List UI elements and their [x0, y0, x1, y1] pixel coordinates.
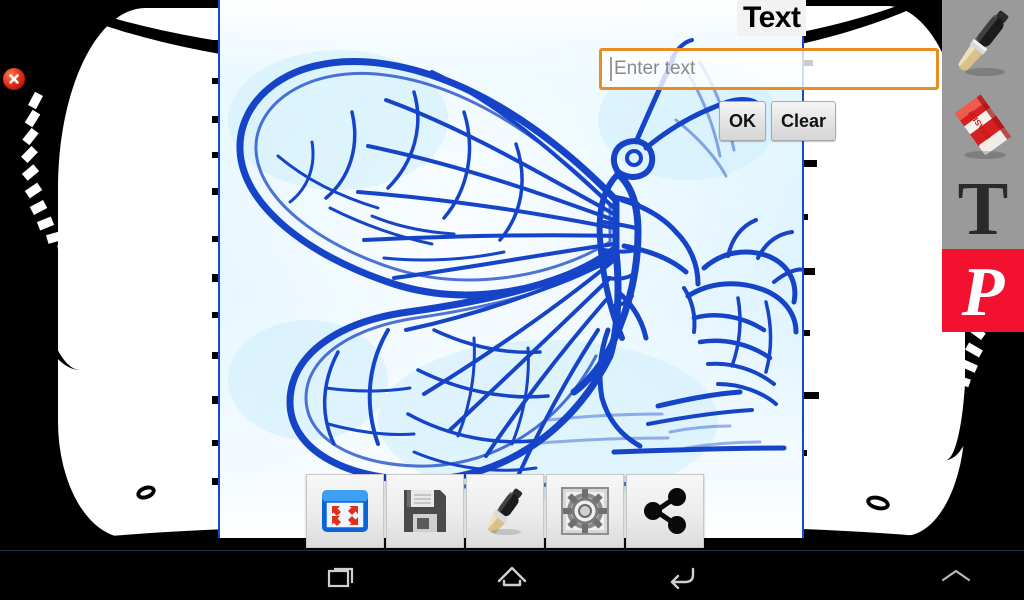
- close-button[interactable]: [3, 68, 25, 90]
- tool-sidebar: ERASER T P: [942, 0, 1024, 332]
- toolbar-button-settings[interactable]: [546, 474, 624, 548]
- pinterest-p-icon: P: [961, 254, 1006, 331]
- bottom-toolbar: [306, 474, 704, 548]
- gear-icon: [561, 487, 609, 535]
- nav-expand-button[interactable]: [930, 556, 982, 596]
- sidebar-item-text[interactable]: T: [942, 166, 1024, 249]
- text-caret: [610, 57, 612, 81]
- toolbar-button-draw[interactable]: [466, 474, 544, 548]
- nav-back-button[interactable]: [656, 556, 708, 596]
- text-t-icon: T: [958, 168, 1009, 248]
- canvas-guide-line-left: [218, 0, 220, 538]
- page-title: Text: [737, 0, 807, 36]
- text-dialog-buttons: OK Clear: [719, 101, 837, 141]
- fullscreen-resize-icon: [322, 490, 368, 532]
- share-nodes-icon: [644, 488, 686, 534]
- paintbrush-icon: [958, 10, 1009, 76]
- toolbar-button-resize[interactable]: [306, 474, 384, 548]
- paintbrush-icon: [487, 488, 523, 535]
- chevron-up-icon: [941, 569, 971, 581]
- sidebar-item-eraser[interactable]: ERASER: [942, 83, 1024, 166]
- floppy-disk-icon: [404, 490, 446, 532]
- eraser-icon: ERASER: [954, 94, 1012, 159]
- clear-button[interactable]: Clear: [771, 101, 837, 141]
- svg-text:P: P: [961, 254, 1006, 331]
- svg-text:T: T: [958, 168, 1009, 248]
- text-input-placeholder: Enter text: [614, 58, 696, 79]
- home-icon: [497, 566, 527, 586]
- sidebar-item-pinterest[interactable]: P: [942, 249, 1024, 332]
- toolbar-button-save[interactable]: [386, 474, 464, 548]
- toolbar-button-share[interactable]: [626, 474, 704, 548]
- app-root: Text Enter text OK Clear ERASER T P: [0, 0, 1024, 600]
- text-input-field[interactable]: Enter text: [599, 48, 939, 90]
- nav-recents-button[interactable]: [316, 556, 368, 596]
- back-arrow-icon: [670, 567, 695, 589]
- close-icon: [9, 74, 19, 84]
- ok-button[interactable]: OK: [719, 101, 766, 141]
- recents-icon: [327, 567, 354, 587]
- sidebar-item-brush[interactable]: [942, 0, 1024, 83]
- nav-home-button[interactable]: [486, 556, 538, 596]
- android-navigation-bar: [0, 550, 1024, 600]
